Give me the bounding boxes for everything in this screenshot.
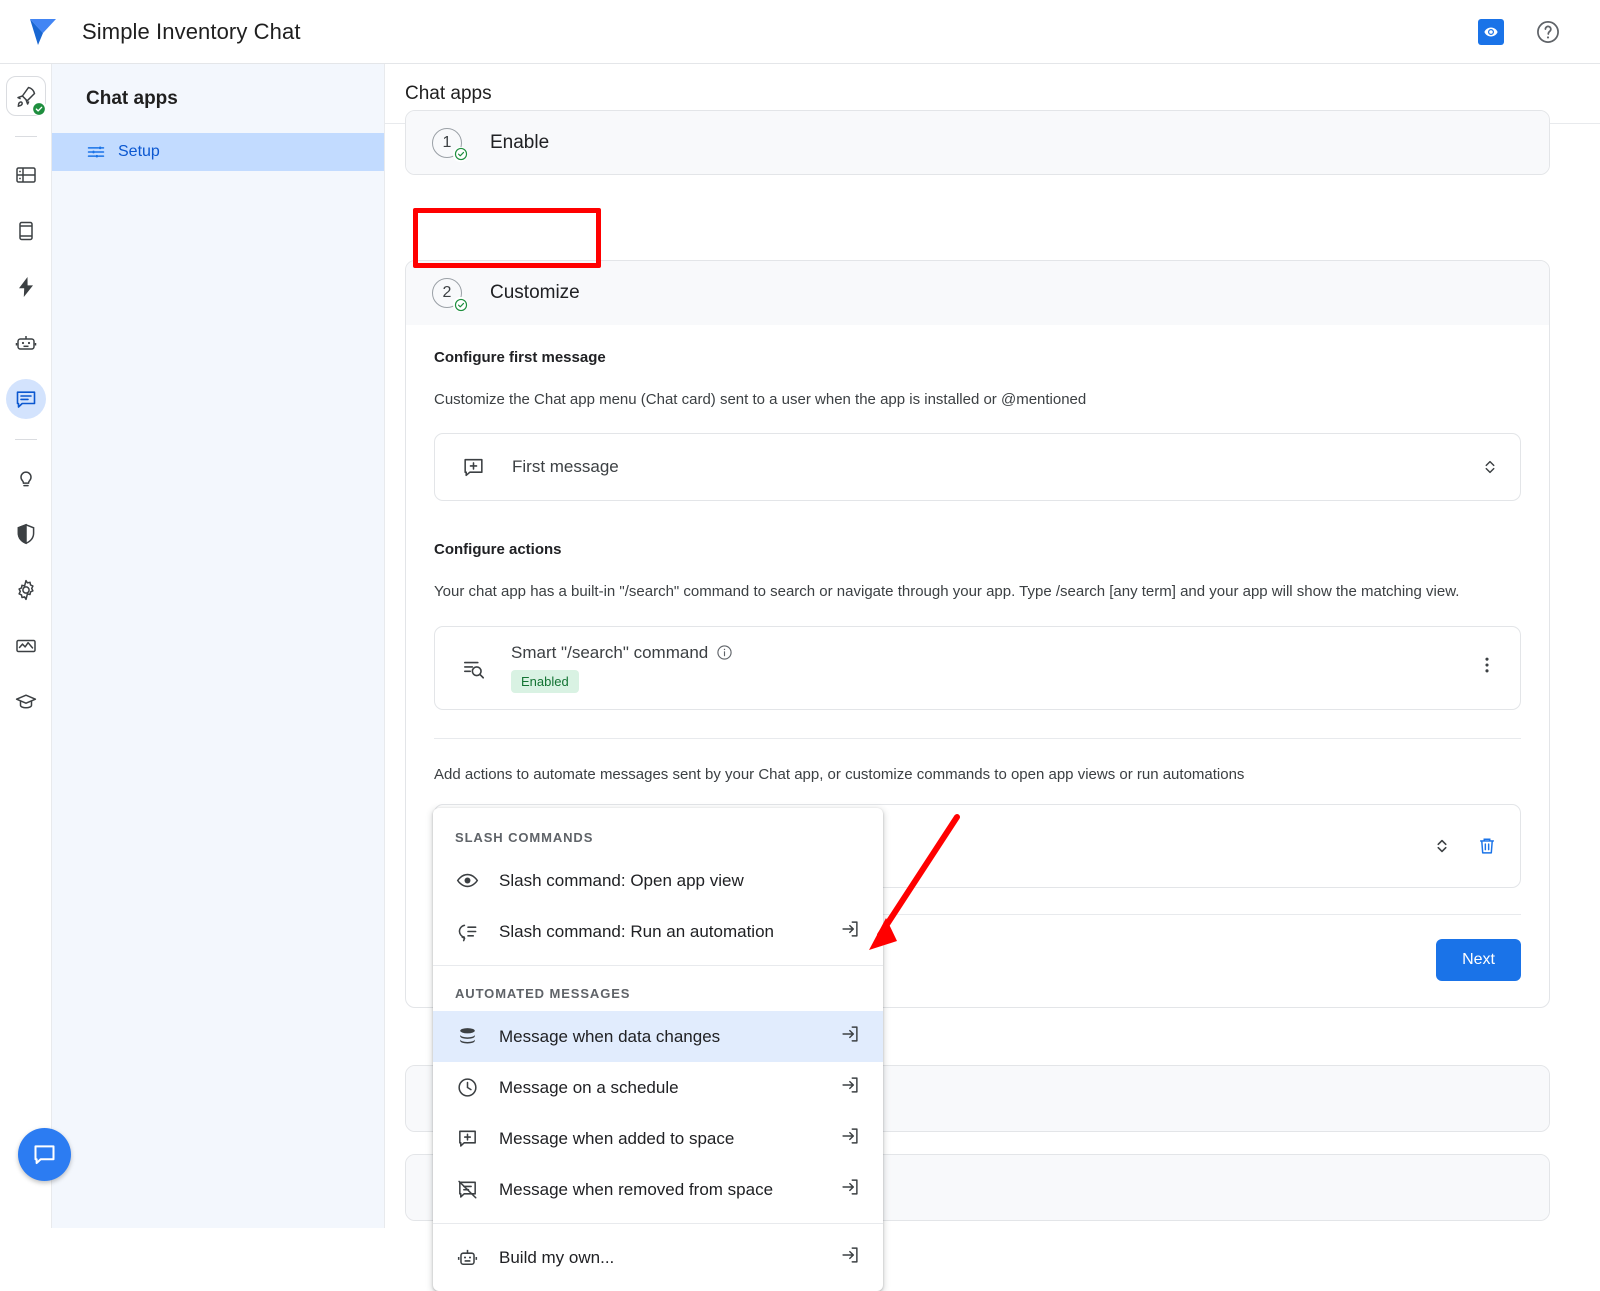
top-app-bar: Simple Inventory Chat	[0, 0, 1600, 64]
left-icon-rail	[0, 64, 52, 1228]
first-message-field[interactable]: First message	[434, 433, 1521, 501]
eye-preview-icon[interactable]	[1478, 19, 1504, 45]
menu-item-message-when-data-changes[interactable]: Message when data changes	[433, 1011, 883, 1062]
first-message-label: First message	[512, 457, 619, 477]
main-content: Chat apps 1 Enable 2	[385, 64, 1600, 1228]
add-actions-description: Add actions to automate messages sent by…	[434, 763, 1479, 786]
info-circle-icon[interactable]	[716, 644, 733, 661]
chat-add-icon	[461, 455, 486, 480]
topbar-actions	[1478, 18, 1562, 46]
next-button[interactable]: Next	[1436, 939, 1521, 981]
chat-removed-icon	[455, 1178, 479, 1202]
step-card-enable[interactable]: 1 Enable	[405, 110, 1550, 175]
sidebar-item-chat-apps[interactable]	[6, 379, 46, 419]
first-message-description: Customize the Chat app menu (Chat card) …	[434, 388, 1479, 411]
section-divider	[434, 738, 1521, 739]
page-title: Simple Inventory Chat	[82, 19, 301, 45]
expand-collapse-icon[interactable]	[1482, 457, 1498, 477]
smart-search-command-row[interactable]: Smart "/search" command Enabled	[434, 626, 1521, 710]
actions-description: Your chat app has a built-in "/search" c…	[434, 580, 1479, 603]
more-vertical-icon[interactable]	[1476, 654, 1498, 681]
open-arrow-icon[interactable]	[839, 1176, 861, 1203]
step-title: Customize	[490, 282, 580, 304]
menu-item-label: Slash command: Open app view	[499, 871, 744, 891]
menu-item-message-on-schedule[interactable]: Message on a schedule	[433, 1062, 883, 1113]
step-header-enable[interactable]: 1 Enable	[406, 111, 1549, 174]
sidebar-item-intelligence[interactable]	[6, 458, 46, 498]
trash-delete-icon[interactable]	[1476, 835, 1498, 857]
add-action-dropdown-menu: SLASH COMMANDS Slash command: Open app v…	[433, 808, 883, 1291]
action-row-tools	[1434, 835, 1498, 857]
menu-item-label: Message when removed from space	[499, 1180, 773, 1200]
menu-item-label: Message when data changes	[499, 1027, 720, 1047]
menu-item-build-my-own[interactable]: Build my own...	[433, 1232, 883, 1283]
search-list-icon	[461, 655, 487, 681]
reorder-updown-icon[interactable]	[1434, 836, 1450, 856]
chat-support-fab[interactable]	[18, 1128, 71, 1181]
menu-item-open-app-view[interactable]: Slash command: Open app view	[433, 855, 883, 906]
sidebar-item-monitor[interactable]	[6, 626, 46, 666]
open-arrow-icon[interactable]	[839, 918, 861, 945]
sidebar-item-automation[interactable]	[6, 267, 46, 307]
deploy-status-check-icon	[32, 101, 47, 116]
sidebar-item-app[interactable]	[6, 211, 46, 251]
step-title: Enable	[490, 132, 549, 154]
configure-first-message-label: Configure first message	[434, 349, 1521, 366]
appsheet-logo-icon[interactable]	[22, 11, 64, 53]
open-arrow-icon[interactable]	[839, 1074, 861, 1101]
automation-run-icon	[455, 920, 479, 944]
smart-search-title-wrap: Smart "/search" command	[511, 643, 733, 663]
sidebar-item-bots[interactable]	[6, 323, 46, 363]
rail-divider-bottom	[15, 439, 37, 440]
sidebar-item-deploy[interactable]	[6, 76, 46, 116]
menu-item-label: Message on a schedule	[499, 1078, 679, 1098]
eye-view-icon	[455, 869, 479, 893]
step-complete-check-icon	[453, 297, 468, 312]
setup-steps-body: 1 Enable 2 Customize Co	[385, 124, 1600, 1228]
step-complete-check-icon	[453, 147, 468, 162]
menu-item-run-automation[interactable]: Slash command: Run an automation	[433, 906, 883, 957]
database-stack-icon	[455, 1025, 479, 1049]
step-number: 2	[443, 284, 452, 302]
sidebar-item-learn[interactable]	[6, 682, 46, 722]
robot-build-icon	[455, 1246, 479, 1270]
status-badge: Enabled	[511, 670, 579, 693]
sidebar-item-setup[interactable]: Setup	[52, 133, 384, 171]
menu-item-label: Build my own...	[499, 1248, 614, 1268]
question-mark-help-icon[interactable]	[1534, 18, 1562, 46]
smart-search-title: Smart "/search" command	[511, 643, 708, 663]
open-arrow-icon[interactable]	[839, 1125, 861, 1152]
subnav-title: Chat apps	[52, 64, 384, 110]
step-header-customize[interactable]: 2 Customize	[406, 261, 1549, 325]
step-number-badge: 2	[432, 278, 462, 308]
chat-apps-subnav: Chat apps Setup	[52, 64, 385, 1228]
menu-separator-bottom	[433, 1223, 883, 1224]
chat-add-icon	[455, 1127, 479, 1151]
sidebar-item-settings[interactable]	[6, 570, 46, 610]
open-arrow-icon[interactable]	[839, 1244, 861, 1271]
menu-group-label-automated: AUTOMATED MESSAGES	[433, 974, 883, 1011]
clock-schedule-icon	[455, 1076, 479, 1100]
smart-search-command-info: Smart "/search" command Enabled	[511, 643, 733, 693]
tune-sliders-icon	[86, 142, 106, 162]
menu-group-label-slash: SLASH COMMANDS	[433, 818, 883, 855]
rail-divider-top	[15, 136, 37, 137]
configure-actions-label: Configure actions	[434, 541, 1521, 558]
step-number-badge: 1	[432, 128, 462, 158]
step-number: 1	[443, 134, 452, 152]
open-arrow-icon[interactable]	[839, 1023, 861, 1050]
menu-item-label: Slash command: Run an automation	[499, 922, 774, 942]
menu-item-label: Message when added to space	[499, 1129, 734, 1149]
menu-item-message-when-added[interactable]: Message when added to space	[433, 1113, 883, 1164]
sidebar-item-data[interactable]	[6, 155, 46, 195]
sidebar-item-security[interactable]	[6, 514, 46, 554]
menu-item-message-when-removed[interactable]: Message when removed from space	[433, 1164, 883, 1215]
menu-separator	[433, 965, 883, 966]
sidebar-item-label: Setup	[118, 143, 160, 161]
